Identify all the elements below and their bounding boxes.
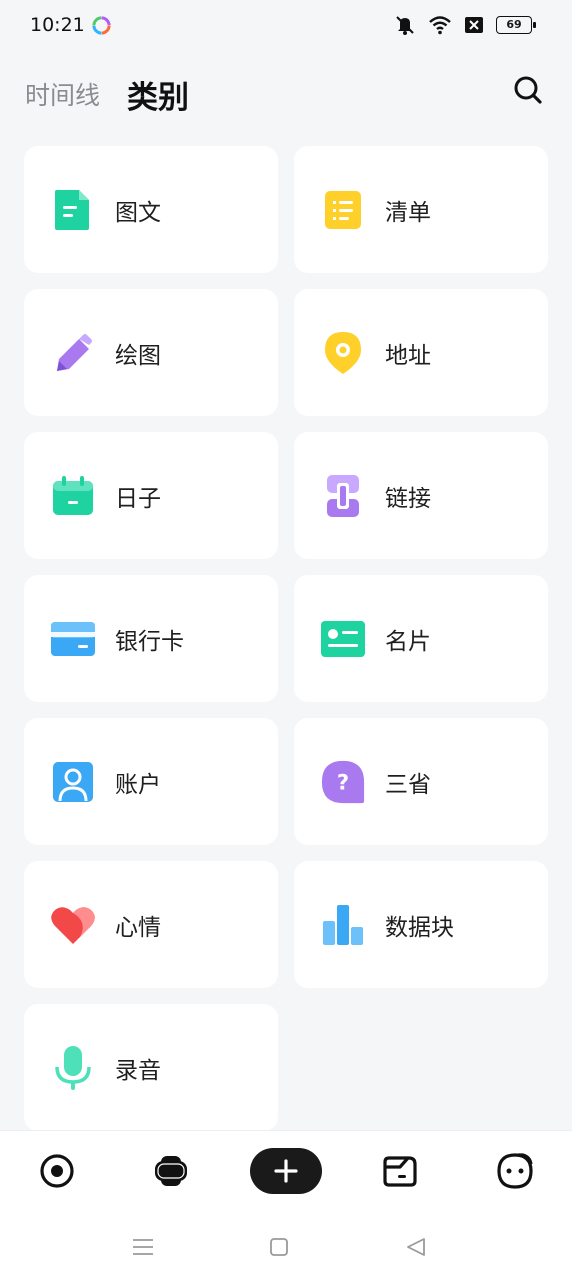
bank-card-icon (50, 616, 96, 662)
add-icon (274, 1159, 298, 1183)
category-card-days[interactable]: 日子 (24, 432, 278, 559)
account-icon (50, 759, 96, 805)
category-card-business-card[interactable]: 名片 (294, 575, 548, 702)
category-label: 地址 (385, 342, 431, 369)
category-label: 日子 (115, 485, 161, 512)
category-label: 图文 (115, 199, 161, 226)
calendar-icon (50, 473, 96, 519)
wifi-icon (429, 16, 451, 35)
folder-icon[interactable] (380, 1151, 420, 1191)
document-icon (50, 187, 96, 233)
pencil-icon (50, 330, 96, 376)
business-card-icon (320, 616, 366, 662)
system-nav-bar (0, 1214, 572, 1280)
question-bubble-icon: ? (320, 759, 366, 805)
category-card-graphic-text[interactable]: 图文 (24, 146, 278, 273)
battery-indicator: 69 (496, 16, 536, 34)
category-label: 名片 (385, 628, 431, 655)
tab-timeline[interactable]: 时间线 (25, 76, 100, 112)
category-card-drawing[interactable]: 绘图 (24, 289, 278, 416)
home-icon[interactable] (266, 1234, 292, 1260)
category-label: 录音 (115, 1057, 161, 1084)
category-label: 数据块 (385, 914, 454, 941)
profile-face-icon[interactable] (495, 1151, 535, 1191)
category-card-recording[interactable]: 录音 (24, 1004, 278, 1131)
category-label: 链接 (385, 485, 431, 512)
microphone-icon (50, 1045, 96, 1091)
back-icon[interactable] (403, 1234, 429, 1260)
menu-icon[interactable] (130, 1234, 156, 1260)
sim-no-signal-icon (465, 17, 483, 33)
category-card-account[interactable]: 账户 (24, 718, 278, 845)
mute-icon (396, 16, 414, 35)
heart-icon (50, 902, 96, 948)
category-card-link[interactable]: 链接 (294, 432, 548, 559)
category-card-address[interactable]: 地址 (294, 289, 548, 416)
bottom-nav (0, 1130, 572, 1215)
category-label: 账户 (115, 771, 161, 798)
category-card-reflection[interactable]: ? 三省 (294, 718, 548, 845)
status-bar: 10:21 69 (0, 0, 572, 52)
category-label: 绘图 (115, 342, 161, 369)
search-icon[interactable] (512, 74, 544, 106)
location-pin-icon (320, 330, 366, 376)
category-card-bank-card[interactable]: 银行卡 (24, 575, 278, 702)
target-icon[interactable] (37, 1151, 77, 1191)
header: 时间线 类别 (0, 60, 572, 124)
tab-category[interactable]: 类别 (127, 72, 189, 117)
app-notification-icon (92, 16, 111, 35)
category-label: 心情 (115, 914, 161, 941)
add-button[interactable] (250, 1148, 322, 1194)
link-icon (320, 473, 366, 519)
category-label: 清单 (385, 199, 431, 226)
svg-text:?: ? (337, 769, 349, 794)
category-label: 银行卡 (115, 628, 184, 655)
checklist-icon (320, 187, 366, 233)
category-card-checklist[interactable]: 清单 (294, 146, 548, 273)
category-card-data-block[interactable]: 数据块 (294, 861, 548, 988)
bar-chart-icon (320, 902, 366, 948)
cards-icon[interactable] (151, 1151, 191, 1191)
category-label: 三省 (385, 771, 431, 798)
status-time: 10:21 (30, 14, 85, 36)
category-card-mood[interactable]: 心情 (24, 861, 278, 988)
